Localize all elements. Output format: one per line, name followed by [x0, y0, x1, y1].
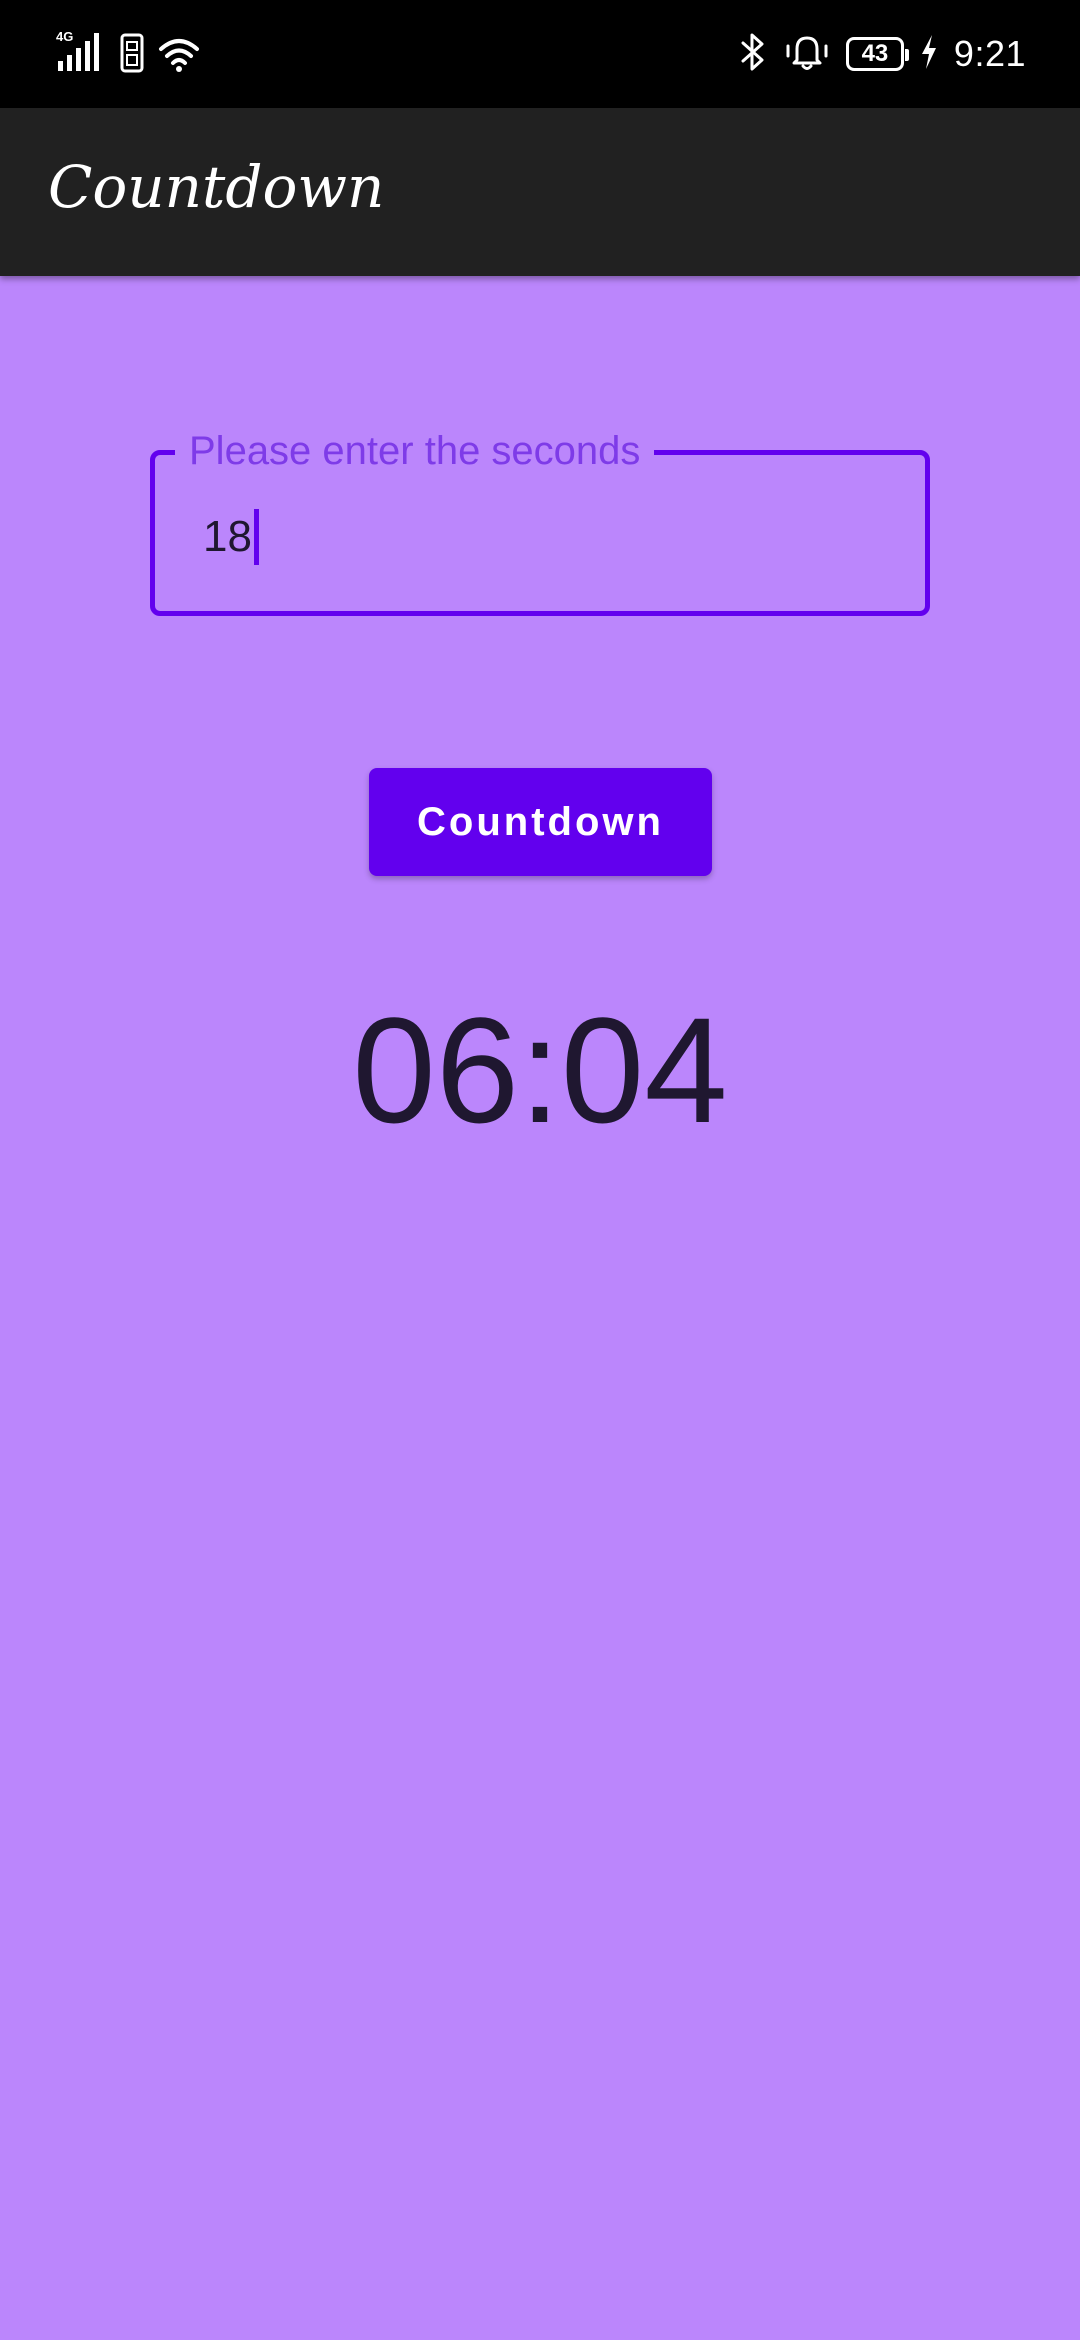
wifi-icon [158, 37, 200, 78]
battery-level: 43 [861, 40, 889, 67]
app-bar: Countdown [0, 108, 1080, 276]
signal-icon: 4G [56, 29, 106, 78]
seconds-input[interactable]: 18 [203, 509, 259, 565]
seconds-input-field[interactable]: Please enter the seconds 18 [150, 425, 930, 616]
text-cursor [253, 509, 259, 565]
status-time: 9:21 [953, 33, 1026, 74]
status-bar: 4G 43 9:21 [0, 0, 1080, 108]
charging-bolt-icon [920, 34, 938, 75]
app-title: Countdown [48, 153, 385, 221]
status-left-icons: 4G [56, 29, 200, 78]
countdown-button[interactable]: Countdown [369, 768, 712, 876]
battery-icon: 43 [845, 37, 909, 71]
seconds-input-value: 18 [203, 512, 252, 561]
timer-display: 06:04 [352, 986, 728, 1154]
status-right-icons: 43 9:21 [738, 28, 1026, 80]
alarm-bell-icon [784, 32, 830, 77]
network-type-label: 4G [56, 29, 73, 44]
sim-icon [120, 33, 144, 78]
bluetooth-icon [738, 32, 768, 77]
seconds-field-label: Please enter the seconds [175, 425, 655, 477]
